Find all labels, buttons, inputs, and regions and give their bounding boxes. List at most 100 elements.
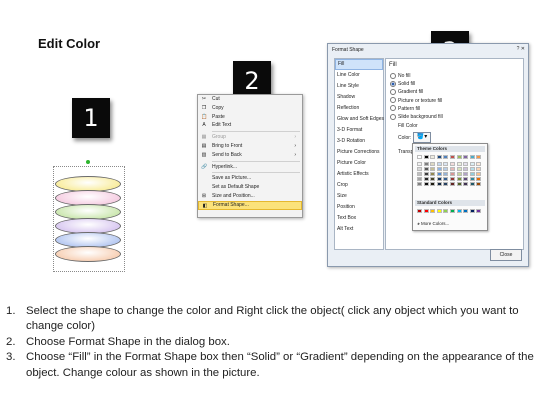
color-swatch[interactable] <box>417 177 422 181</box>
color-swatch[interactable] <box>430 209 436 213</box>
color-swatch[interactable] <box>456 162 462 166</box>
nav-item-alt-text[interactable]: Alt Text <box>335 224 383 235</box>
fill-option-radio[interactable]: No fill <box>390 72 411 80</box>
color-swatch[interactable] <box>423 209 429 213</box>
color-swatch[interactable] <box>423 177 429 181</box>
color-swatch[interactable] <box>463 182 469 186</box>
nav-item-3-d-rotation[interactable]: 3-D Rotation <box>335 136 383 147</box>
nav-item-line-color[interactable]: Line Color <box>335 70 383 81</box>
color-swatch[interactable] <box>436 177 442 181</box>
nav-item-reflection[interactable]: Reflection <box>335 103 383 114</box>
color-swatch[interactable] <box>430 177 436 181</box>
color-swatch[interactable] <box>423 167 429 171</box>
color-swatch[interactable] <box>456 177 462 181</box>
color-swatch[interactable] <box>449 209 455 213</box>
context-menu-item[interactable]: ▤ Bring to Front › <box>198 142 302 151</box>
color-swatch[interactable] <box>476 162 482 166</box>
color-swatch[interactable] <box>436 172 442 176</box>
context-menu-item[interactable]: ✂ Cut <box>198 95 302 104</box>
color-swatch[interactable] <box>430 167 436 171</box>
color-swatch[interactable] <box>443 167 449 171</box>
color-swatch[interactable] <box>443 172 449 176</box>
color-swatch[interactable] <box>463 155 469 159</box>
color-swatch[interactable] <box>456 167 462 171</box>
color-swatch[interactable] <box>469 177 475 181</box>
color-swatch[interactable] <box>423 182 429 186</box>
color-swatch[interactable] <box>430 155 436 159</box>
color-swatch[interactable] <box>443 155 449 159</box>
color-swatch[interactable] <box>417 155 422 159</box>
color-swatch[interactable] <box>417 172 422 176</box>
context-menu-item[interactable]: 🔗 Hyperlink... <box>198 163 302 172</box>
color-swatch[interactable] <box>430 162 436 166</box>
fill-option-radio[interactable]: Gradient fill <box>390 88 423 96</box>
color-swatch[interactable] <box>436 182 442 186</box>
dialog-window-buttons[interactable]: ? ✕ <box>517 46 525 52</box>
color-swatch[interactable] <box>417 209 422 213</box>
color-swatch[interactable] <box>423 172 429 176</box>
color-swatch[interactable] <box>476 167 482 171</box>
stacked-disk-shape[interactable] <box>53 160 125 276</box>
color-swatch[interactable] <box>430 172 436 176</box>
color-swatch[interactable] <box>463 209 469 213</box>
color-swatch[interactable] <box>417 182 422 186</box>
nav-item-shadow[interactable]: Shadow <box>335 92 383 103</box>
context-menu-item[interactable]: 📋 Paste <box>198 113 302 122</box>
color-swatch[interactable] <box>449 162 455 166</box>
radio-dot[interactable] <box>390 89 396 96</box>
nav-item-picture-corrections[interactable]: Picture Corrections <box>335 147 383 158</box>
nav-item-fill[interactable]: Fill <box>335 59 383 70</box>
color-swatch[interactable] <box>469 182 475 186</box>
nav-item-text-box[interactable]: Text Box <box>335 213 383 224</box>
close-button[interactable]: Close <box>490 249 522 261</box>
color-swatch[interactable] <box>443 182 449 186</box>
nav-item-line-style[interactable]: Line Style <box>335 81 383 92</box>
color-picker-button[interactable]: 🪣▾ <box>413 132 431 143</box>
color-swatch[interactable] <box>469 209 475 213</box>
color-swatch[interactable] <box>430 182 436 186</box>
fill-option-radio[interactable]: Slide background fill <box>390 113 443 121</box>
color-swatch[interactable] <box>476 177 482 181</box>
color-swatch[interactable] <box>423 162 429 166</box>
color-swatch[interactable] <box>443 209 449 213</box>
color-swatch[interactable] <box>417 167 422 171</box>
context-menu-item[interactable]: Set as Default Shape <box>198 183 302 192</box>
color-swatch[interactable] <box>423 155 429 159</box>
color-swatch[interactable] <box>463 162 469 166</box>
color-swatch[interactable] <box>449 167 455 171</box>
color-swatch[interactable] <box>469 162 475 166</box>
context-menu-item[interactable]: Save as Picture... <box>198 174 302 183</box>
more-colors-link[interactable]: ◕ More Colors... <box>417 221 449 226</box>
context-menu-item[interactable]: ❐ Copy <box>198 104 302 113</box>
color-swatch[interactable] <box>469 172 475 176</box>
radio-dot[interactable] <box>390 80 396 87</box>
context-menu-item[interactable]: ◧ Format Shape... <box>198 200 302 210</box>
color-swatch[interactable] <box>476 182 482 186</box>
color-swatch[interactable] <box>456 155 462 159</box>
color-swatch[interactable] <box>417 162 422 166</box>
color-swatch[interactable] <box>436 155 442 159</box>
color-swatch[interactable] <box>476 209 482 213</box>
rotation-handle[interactable] <box>86 160 90 164</box>
fill-option-radio[interactable]: Pattern fill <box>390 105 420 113</box>
fill-option-radio[interactable]: Picture or texture fill <box>390 97 442 105</box>
color-swatch[interactable] <box>456 209 462 213</box>
color-swatch[interactable] <box>476 172 482 176</box>
fill-option-radio[interactable]: Solid fill <box>390 80 415 88</box>
nav-item-3-d-format[interactable]: 3-D Format <box>335 125 383 136</box>
color-swatch[interactable] <box>443 162 449 166</box>
color-swatch[interactable] <box>469 155 475 159</box>
color-swatch[interactable] <box>449 155 455 159</box>
nav-item-crop[interactable]: Crop <box>335 180 383 191</box>
color-swatch[interactable] <box>436 162 442 166</box>
radio-dot[interactable] <box>390 97 396 104</box>
color-swatch[interactable] <box>449 172 455 176</box>
radio-dot[interactable] <box>390 105 396 112</box>
nav-item-artistic-effects[interactable]: Artistic Effects <box>335 169 383 180</box>
color-swatch[interactable] <box>469 167 475 171</box>
color-swatch[interactable] <box>456 182 462 186</box>
color-swatch[interactable] <box>476 155 482 159</box>
nav-item-position[interactable]: Position <box>335 202 383 213</box>
context-menu-item[interactable]: ⊞ Size and Position... <box>198 192 302 201</box>
context-menu-item[interactable]: ▥ Send to Back › <box>198 151 302 160</box>
